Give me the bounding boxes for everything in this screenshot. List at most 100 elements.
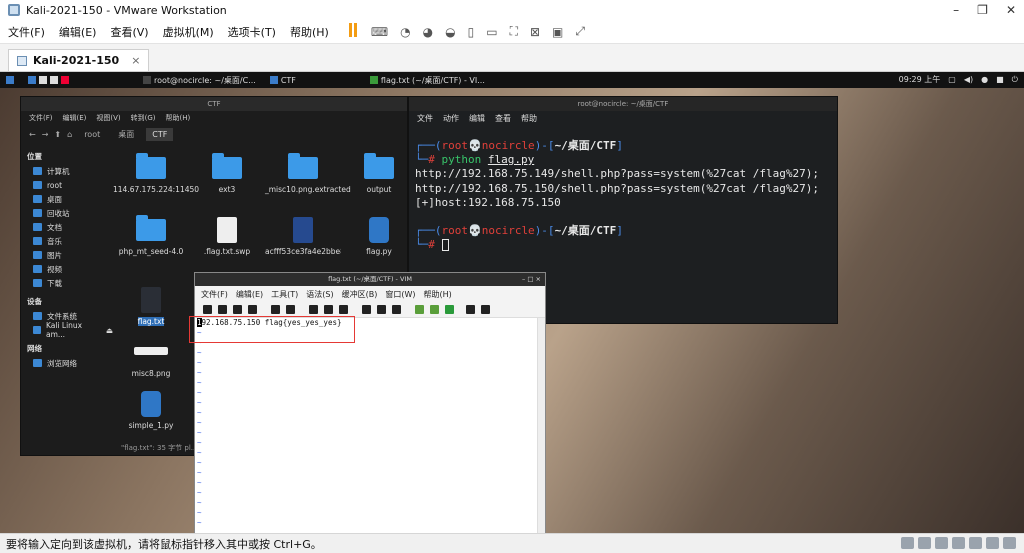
sidebar-item-desktop[interactable]: 桌面 bbox=[21, 192, 113, 206]
sidebar-item-root[interactable]: root bbox=[21, 178, 113, 192]
eject-icon[interactable]: ⏏ bbox=[106, 326, 113, 335]
file-item[interactable]: output bbox=[341, 153, 417, 195]
fm-menu-go[interactable]: 转到(G) bbox=[131, 113, 156, 123]
crumb-ctf[interactable]: CTF bbox=[146, 127, 174, 141]
file-item[interactable]: _misc10.png.extracted bbox=[265, 153, 351, 195]
find-next-icon[interactable] bbox=[377, 305, 386, 314]
revert-snapshot-icon[interactable]: ◕ bbox=[423, 25, 433, 39]
volume-icon[interactable]: ◀) bbox=[964, 75, 973, 84]
crumb-root[interactable]: root bbox=[78, 128, 106, 141]
sidebar-item-pictures[interactable]: 图片 bbox=[21, 248, 113, 262]
snapshot-icon[interactable]: ◔ bbox=[400, 25, 410, 39]
vim-menu-window[interactable]: 窗口(W) bbox=[385, 289, 415, 300]
sidebar-item-downloads[interactable]: 下载 bbox=[21, 276, 113, 290]
vim-menu-file[interactable]: 文件(F) bbox=[201, 289, 228, 300]
stretch-icon[interactable]: ⤢ bbox=[575, 24, 585, 39]
terminal-titlebar[interactable]: root@nocircle: ~/桌面/CTF bbox=[409, 97, 837, 111]
device-status-icons[interactable] bbox=[901, 537, 1016, 549]
fm-menu-help[interactable]: 帮助(H) bbox=[166, 113, 191, 123]
notification-icon[interactable]: ● bbox=[981, 75, 988, 84]
up-icon[interactable]: ⬆ bbox=[54, 130, 61, 139]
save-all-icon[interactable] bbox=[233, 305, 242, 314]
cut-icon[interactable] bbox=[309, 305, 318, 314]
file-item[interactable]: 114.67.175.224:11450 bbox=[113, 153, 199, 195]
find-replace-icon[interactable] bbox=[362, 305, 371, 314]
minimize-button[interactable]: – bbox=[953, 3, 959, 17]
guest-desktop[interactable]: root@nocircle: ~/桌面/C... CTF flag.txt (~… bbox=[0, 72, 1024, 533]
vim-menu-help[interactable]: 帮助(H) bbox=[424, 289, 452, 300]
make-icon[interactable] bbox=[466, 305, 475, 314]
undo-icon[interactable] bbox=[271, 305, 280, 314]
task-terminal[interactable]: root@nocircle: ~/桌面/C... bbox=[137, 74, 262, 86]
open-icon[interactable] bbox=[203, 305, 212, 314]
file-item[interactable]: php_mt_seed-4.0 bbox=[113, 215, 189, 257]
vim-scrollbar[interactable] bbox=[537, 318, 545, 533]
lock-icon[interactable]: ■ bbox=[996, 75, 1004, 84]
vm-tab-close-icon[interactable]: × bbox=[131, 54, 140, 67]
unity-icon[interactable]: ⊠ bbox=[530, 25, 540, 39]
power-icon[interactable]: ⏻ bbox=[1012, 75, 1018, 85]
shell-icon[interactable] bbox=[481, 305, 490, 314]
file-item-selected[interactable]: flag.txt bbox=[113, 287, 189, 327]
menu-help[interactable]: 帮助(H) bbox=[290, 24, 329, 40]
crumb-desktop[interactable]: 桌面 bbox=[112, 127, 140, 142]
menu-tabs[interactable]: 选项卡(T) bbox=[228, 24, 276, 40]
home-icon[interactable]: ⌂ bbox=[67, 130, 72, 139]
sidebar-item-videos[interactable]: 视频 bbox=[21, 262, 113, 276]
console-view-icon[interactable]: ▣ bbox=[552, 25, 563, 39]
sidebar-toggle-icon[interactable]: ▯ bbox=[468, 25, 475, 39]
vim-menu-buffers[interactable]: 缓冲区(B) bbox=[342, 289, 378, 300]
term-menu-action[interactable]: 动作 bbox=[443, 113, 459, 124]
clock[interactable]: 09:29 上午 bbox=[899, 74, 941, 85]
term-menu-help[interactable]: 帮助 bbox=[521, 113, 537, 124]
launcher-icons[interactable] bbox=[22, 74, 75, 86]
vim-window-controls[interactable]: – □ × bbox=[522, 273, 541, 286]
vim-editor[interactable]: 192.168.75.150 flag{yes_yes_yes} ~ ~ ~ ~ ~ ~ ~… bbox=[195, 318, 537, 533]
file-item[interactable]: misc8.png bbox=[113, 347, 189, 379]
load-session-icon[interactable] bbox=[415, 305, 424, 314]
kali-menu-icon[interactable] bbox=[0, 74, 20, 86]
fm-titlebar[interactable]: CTF bbox=[21, 97, 407, 111]
sidebar-item-kali-disc[interactable]: Kali Linux am... ⏏ bbox=[21, 321, 113, 339]
save-icon[interactable] bbox=[218, 305, 227, 314]
maximize-button[interactable]: ❐ bbox=[977, 3, 988, 17]
term-menu-view[interactable]: 查看 bbox=[495, 113, 511, 124]
file-item[interactable]: simple_1.py bbox=[113, 391, 189, 431]
fm-menu-view[interactable]: 视图(V) bbox=[96, 113, 120, 123]
vim-menu-tools[interactable]: 工具(T) bbox=[271, 289, 298, 300]
save-session-icon[interactable] bbox=[430, 305, 439, 314]
copy-icon[interactable] bbox=[324, 305, 333, 314]
task-vim[interactable]: flag.txt (~/桌面/CTF) - VI... bbox=[364, 74, 491, 86]
term-menu-edit[interactable]: 编辑 bbox=[469, 113, 485, 124]
file-item[interactable]: ext3 bbox=[189, 153, 265, 195]
paste-icon[interactable] bbox=[339, 305, 348, 314]
find-prev-icon[interactable] bbox=[392, 305, 401, 314]
file-item[interactable]: .flag.txt.swp bbox=[189, 217, 265, 257]
forward-icon[interactable]: → bbox=[42, 130, 49, 139]
sidebar-item-music[interactable]: 音乐 bbox=[21, 234, 113, 248]
vm-tab-kali[interactable]: Kali-2021-150 × bbox=[8, 49, 150, 71]
terminal-output[interactable]: ┌──(root💀nocircle)-[~/桌面/CTF] └─# python… bbox=[409, 125, 837, 267]
sidebar-item-trash[interactable]: 回收站 bbox=[21, 206, 113, 220]
file-item[interactable]: acfff53ce3fa4e2bbe8654284dfc18e1.pc bbox=[265, 217, 341, 269]
redo-icon[interactable] bbox=[286, 305, 295, 314]
menu-file[interactable]: 文件(F) bbox=[8, 24, 45, 40]
manage-snapshots-icon[interactable]: ◒ bbox=[445, 25, 455, 39]
send-ctrl-alt-del-icon[interactable]: ⌨ bbox=[371, 25, 388, 39]
file-item[interactable]: flag.py bbox=[341, 217, 417, 257]
vim-menu-edit[interactable]: 编辑(E) bbox=[236, 289, 263, 300]
sidebar-item-documents[interactable]: 文档 bbox=[21, 220, 113, 234]
fm-menu-file[interactable]: 文件(F) bbox=[29, 113, 53, 123]
menu-view[interactable]: 查看(V) bbox=[110, 24, 148, 40]
task-ctf[interactable]: CTF bbox=[264, 74, 302, 86]
term-menu-file[interactable]: 文件 bbox=[417, 113, 433, 124]
menu-edit[interactable]: 编辑(E) bbox=[59, 24, 97, 40]
sidebar-item-computer[interactable]: 计算机 bbox=[21, 164, 113, 178]
print-icon[interactable] bbox=[248, 305, 257, 314]
vim-titlebar[interactable]: flag.txt (~/桌面/CTF) - VIM – □ × bbox=[195, 273, 545, 286]
sidebar-item-browse-network[interactable]: 浏览网络 bbox=[21, 356, 113, 370]
back-icon[interactable]: ← bbox=[29, 130, 36, 139]
vim-menu-syntax[interactable]: 语法(S) bbox=[306, 289, 333, 300]
close-button[interactable]: ✕ bbox=[1006, 3, 1016, 17]
thumbnail-icon[interactable]: ▭ bbox=[486, 25, 497, 39]
